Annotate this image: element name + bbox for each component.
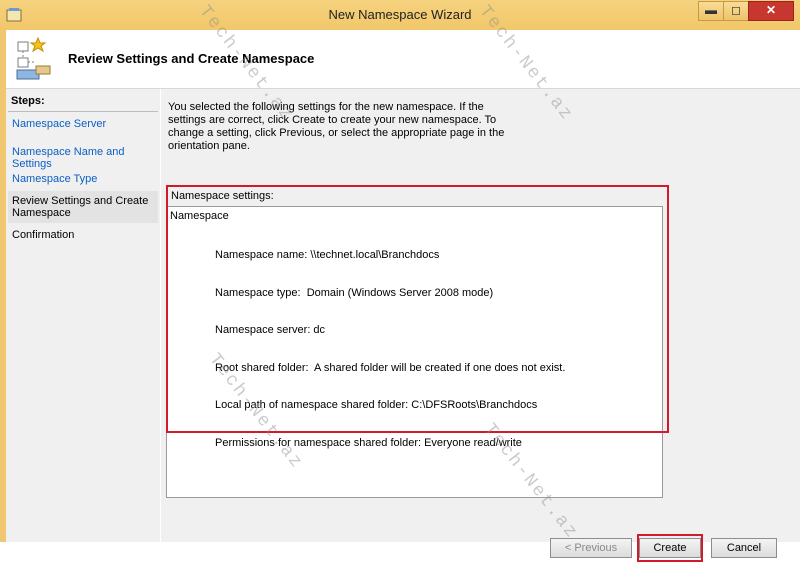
previous-button[interactable]: < Previous [550,538,632,558]
setting-line: Local path of namespace shared folder: C… [215,399,538,411]
wizard-client: Review Settings and Create Namespace Ste… [6,30,800,562]
page-title: Review Settings and Create Namespace [68,51,315,66]
close-button[interactable]: ✕ [748,1,794,21]
settings-label: Namespace settings: [171,190,274,202]
maximize-button[interactable]: ◻ [723,1,749,21]
step-namespace-server[interactable]: Namespace Server [12,118,106,130]
setting-line: Namespace name: \\technet.local\Branchdo… [215,249,440,261]
step-review-settings-current: Review Settings and Create Namespace [8,191,158,223]
steps-sidebar: Steps: Namespace Server Namespace Name a… [6,89,160,542]
steps-label: Steps: [11,95,45,107]
minimize-button[interactable]: ▬ [698,1,724,21]
instructions-text: You selected the following settings for … [168,101,505,152]
window-title: New Namespace Wizard [328,7,472,22]
settings-heading: Namespace [170,210,229,222]
setting-line: Namespace server: dc [215,324,326,336]
wizard-header: Review Settings and Create Namespace [6,30,800,89]
namespace-wizard-icon [16,36,51,80]
title-bar[interactable]: New Namespace Wizard ▬ ◻ ✕ [0,0,800,30]
step-namespace-type[interactable]: Namespace Type [12,173,97,185]
settings-summary-box[interactable]: Namespace Namespace name: \\technet.loca… [166,206,663,498]
cancel-button[interactable]: Cancel [711,538,777,558]
step-namespace-name-and-settings[interactable]: Namespace Name and Settings [12,146,160,170]
create-button[interactable]: Create [639,538,701,558]
setting-line: Namespace type: Domain (Windows Server 2… [215,286,494,299]
steps-divider [8,111,158,112]
step-confirmation: Confirmation [12,229,75,241]
main-panel: You selected the following settings for … [161,89,800,562]
setting-line: Root shared folder: A shared folder will… [215,361,566,374]
